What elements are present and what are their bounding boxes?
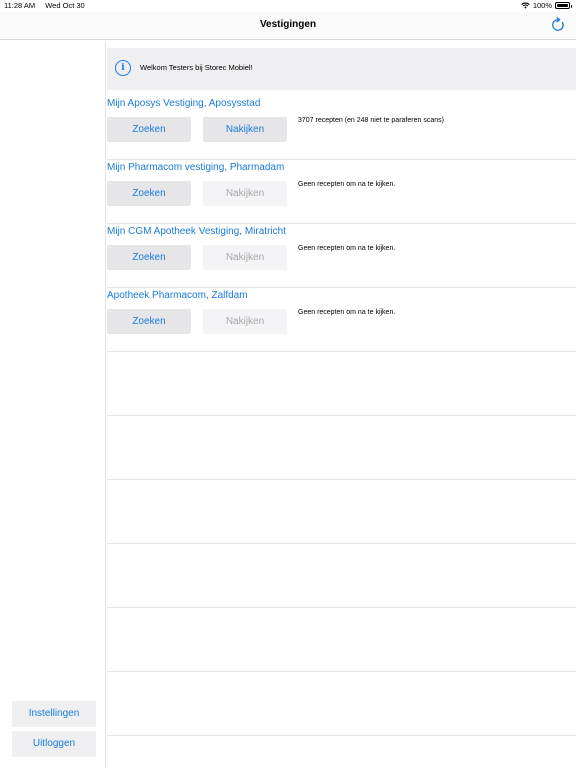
status-left: 11:28 AM Wed Oct 30 xyxy=(4,1,93,10)
search-button[interactable]: Zoeken xyxy=(107,117,191,142)
refresh-icon[interactable] xyxy=(550,17,566,33)
branch-row: Mijn Aposys Vestiging, Aposysstad Zoeken… xyxy=(107,96,576,160)
search-button[interactable]: Zoeken xyxy=(107,245,191,270)
page-title: Vestigingen xyxy=(259,19,317,30)
branch-title[interactable]: Mijn Aposys Vestiging, Aposysstad xyxy=(107,98,260,109)
branch-title[interactable]: Apotheek Pharmacom, Zalfdam xyxy=(107,290,248,301)
empty-row xyxy=(107,352,576,416)
check-button-disabled: Nakijken xyxy=(203,245,287,270)
welcome-banner: i Welkom Testers bij Storec Mobiel! xyxy=(107,48,576,90)
sidebar: Instellingen Uitloggen xyxy=(0,41,106,768)
branch-title[interactable]: Mijn Pharmacom vestiging, Pharmadam xyxy=(107,162,284,173)
branch-row: Mijn Pharmacom vestiging, Pharmadam Zoek… xyxy=(107,160,576,224)
search-button[interactable]: Zoeken xyxy=(107,309,191,334)
branch-status: 3707 recepten (en 248 niet te paraferen … xyxy=(298,117,444,124)
branch-row: Mijn CGM Apotheek Vestiging, Miratricht … xyxy=(107,224,576,288)
empty-row xyxy=(107,672,576,736)
battery-icon xyxy=(555,2,572,9)
battery-percent: 100% xyxy=(532,1,552,10)
wifi-icon xyxy=(521,2,530,9)
status-time: 11:28 AM xyxy=(4,1,36,10)
status-bar: 11:28 AM Wed Oct 30 100% xyxy=(0,0,576,12)
branch-title[interactable]: Mijn CGM Apotheek Vestiging, Miratricht xyxy=(107,226,286,237)
empty-row xyxy=(107,416,576,480)
branch-status: Geen recepten om na te kijken. xyxy=(298,181,396,188)
empty-row xyxy=(107,544,576,608)
branch-status: Geen recepten om na te kijken. xyxy=(298,309,396,316)
navigation-bar: Vestigingen xyxy=(0,12,576,40)
search-button[interactable]: Zoeken xyxy=(107,181,191,206)
check-button[interactable]: Nakijken xyxy=(203,117,287,142)
info-icon: i xyxy=(115,60,131,76)
check-button-disabled: Nakijken xyxy=(203,181,287,206)
empty-row xyxy=(107,608,576,672)
status-date: Wed Oct 30 xyxy=(45,1,85,10)
branch-status: Geen recepten om na te kijken. xyxy=(298,245,396,252)
banner-text: Welkom Testers bij Storec Mobiel! xyxy=(140,63,253,72)
check-button-disabled: Nakijken xyxy=(203,309,287,334)
empty-row xyxy=(107,480,576,544)
settings-button[interactable]: Instellingen xyxy=(12,701,96,727)
logout-button[interactable]: Uitloggen xyxy=(12,731,96,757)
branch-row: Apotheek Pharmacom, Zalfdam Zoeken Nakij… xyxy=(107,288,576,352)
status-right: 100% xyxy=(521,1,572,10)
